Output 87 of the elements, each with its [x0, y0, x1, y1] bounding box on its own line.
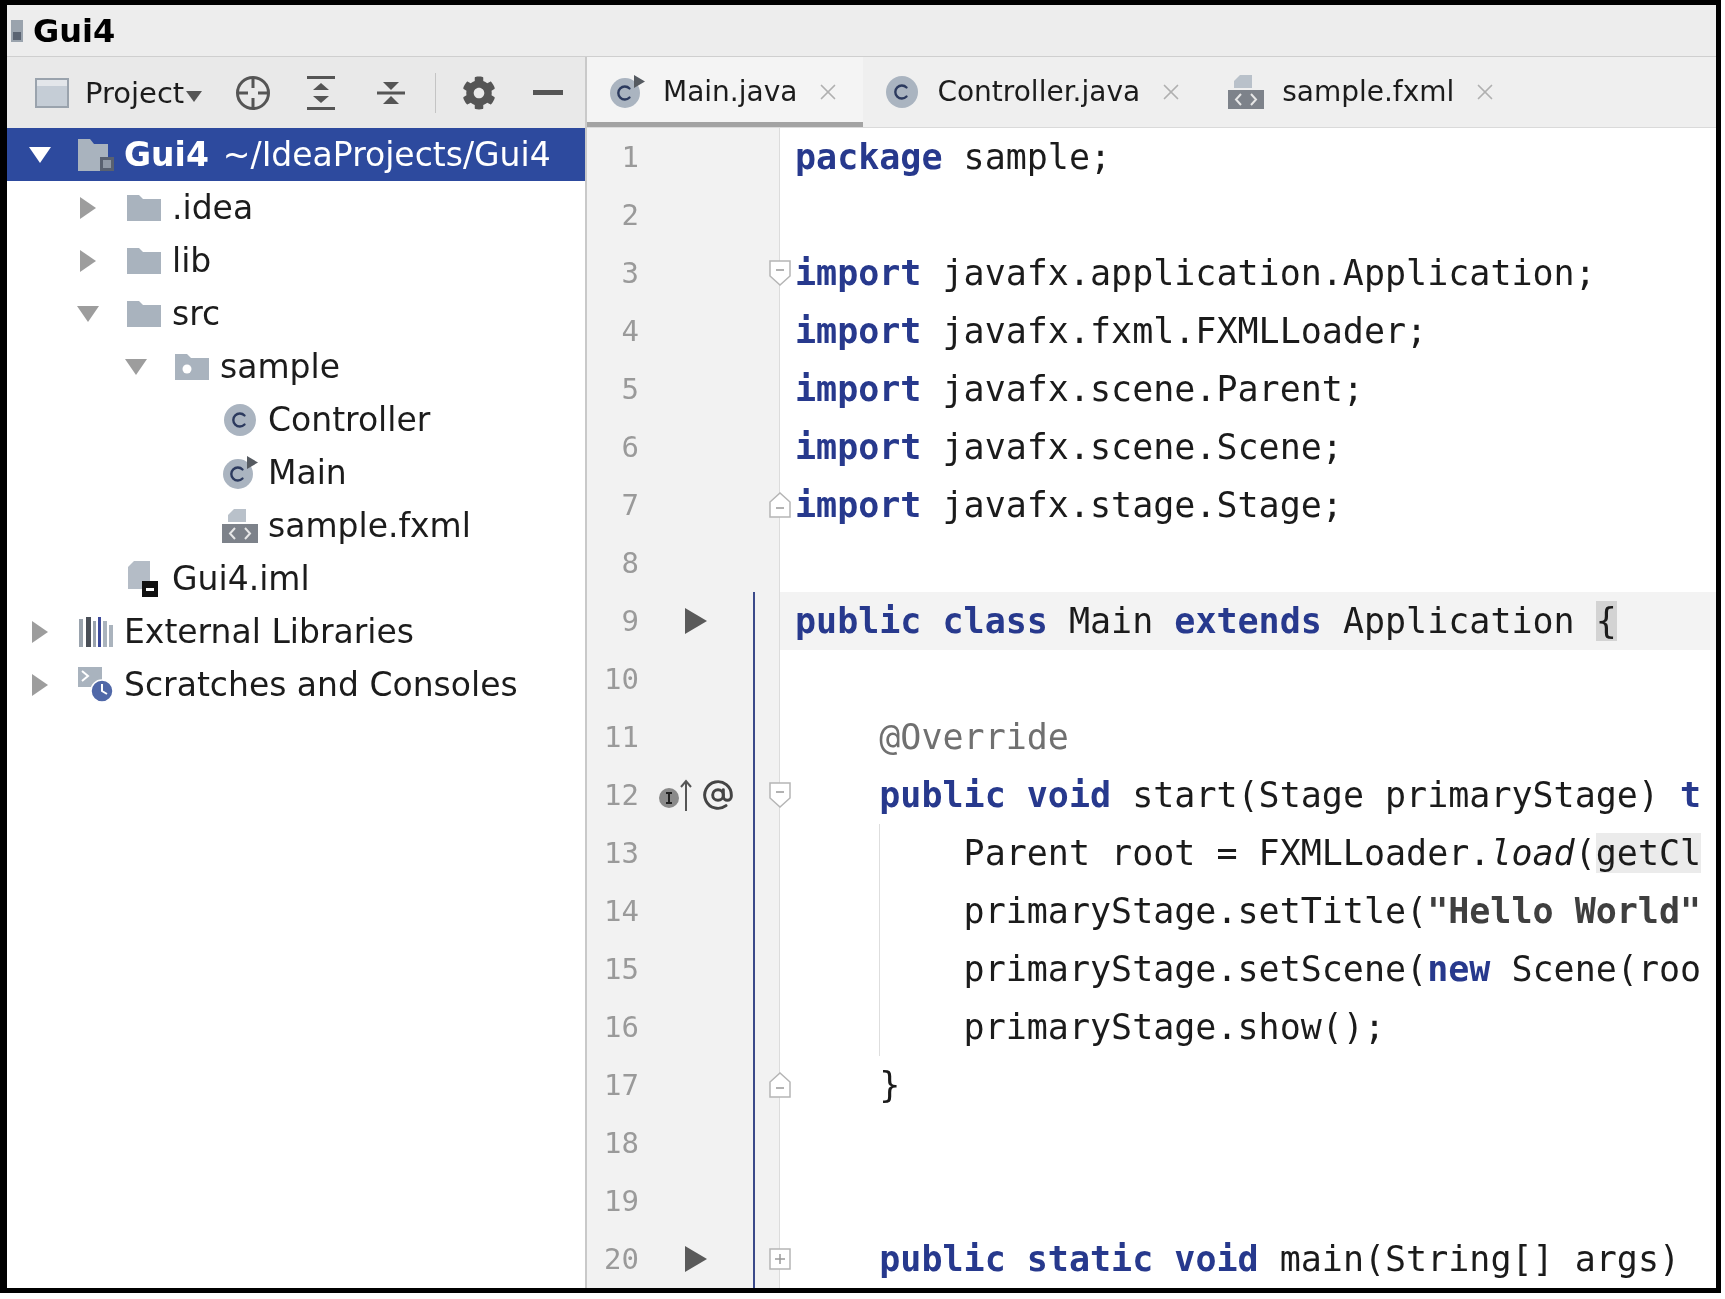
line-number: 20	[604, 1241, 639, 1277]
caret-right-icon[interactable]	[80, 249, 96, 272]
fold-minus-icon[interactable]	[769, 1072, 791, 1098]
caret-right-icon[interactable]	[80, 196, 96, 219]
selected-tree-row[interactable]: Gui4 ~/IdeaProjects/Gui4	[7, 128, 585, 181]
code-line: public class Main extends Application {	[795, 600, 1617, 643]
fold-minus-icon[interactable]	[769, 492, 791, 518]
caret-down-icon	[186, 91, 203, 102]
code-line: @Override	[878, 716, 1069, 759]
editor-tab[interactable]: Controller.java	[863, 57, 1207, 127]
run-triangle-icon[interactable]	[685, 608, 707, 634]
file-code-icon	[1228, 75, 1265, 109]
window-title: Gui4	[33, 11, 116, 50]
terminal-clock-icon	[78, 666, 114, 703]
class-circle-icon	[885, 75, 920, 109]
minimize-icon[interactable]	[533, 90, 564, 95]
code-line: import javafx.stage.Stage;	[795, 484, 1343, 527]
line-number: 9	[621, 603, 639, 639]
line-number: 17	[604, 1067, 639, 1103]
folder-badge-icon	[78, 138, 114, 171]
at-sign-icon[interactable]	[702, 779, 734, 811]
class-run-icon	[609, 75, 645, 109]
document-icon	[11, 19, 23, 42]
expand-all-icon[interactable]	[305, 75, 338, 110]
line-number: 12	[604, 777, 639, 813]
fold-minus-icon[interactable]	[769, 260, 791, 286]
tree-item-label[interactable]: lib	[172, 240, 212, 281]
line-number: 15	[604, 951, 639, 987]
editor-tab[interactable]: sample.fxml	[1206, 57, 1521, 127]
tree-item-label[interactable]: External Libraries	[124, 611, 414, 652]
tree-item-label[interactable]: Scratches and Consoles	[124, 664, 518, 705]
tree-item-label[interactable]: sample.fxml	[268, 505, 471, 546]
project-path: ~/IdeaProjects/Gui4	[222, 134, 551, 175]
folder-icon	[127, 300, 161, 327]
folder-icon	[127, 247, 161, 274]
code-line: Parent root = FXMLLoader.load(getCl	[962, 832, 1702, 875]
line-number: 6	[621, 429, 639, 465]
circle-up-arrow-icon[interactable]	[658, 779, 692, 811]
window-icon	[35, 77, 69, 108]
code-line: import javafx.fxml.FXMLLoader;	[795, 310, 1428, 353]
tree-item-label[interactable]: Main	[268, 452, 347, 493]
line-number: 19	[604, 1183, 639, 1219]
line-number: 3	[621, 255, 639, 291]
code-line: primaryStage.setTitle("Hello World"	[962, 890, 1702, 933]
tree-item-label[interactable]: .idea	[172, 187, 254, 228]
code-line: import javafx.scene.Scene;	[795, 426, 1343, 469]
tree-item-label[interactable]: Controller	[268, 399, 431, 440]
file-badge-icon	[128, 560, 160, 597]
fold-plus-icon[interactable]	[769, 1248, 791, 1270]
caret-right-icon[interactable]	[32, 620, 48, 643]
code-line: package sample;	[795, 136, 1112, 179]
code-line: primaryStage.setScene(new Scene(roo	[962, 948, 1702, 991]
line-number: 7	[621, 487, 639, 523]
line-number: 1	[621, 139, 639, 175]
line-number: 5	[621, 371, 639, 407]
line-number: 13	[604, 835, 639, 871]
view-dropdown[interactable]: Project	[85, 74, 203, 111]
run-triangle-icon[interactable]	[685, 1246, 707, 1272]
line-number: 14	[604, 893, 639, 929]
line-number: 8	[621, 545, 639, 581]
code-line: }	[878, 1064, 901, 1107]
caret-right-icon[interactable]	[32, 673, 48, 696]
tree-item-label[interactable]: Gui4	[124, 134, 209, 175]
settings-icon[interactable]	[462, 75, 497, 110]
folder-icon	[127, 194, 161, 221]
line-number: 11	[604, 719, 639, 755]
line-number: 16	[604, 1009, 639, 1045]
crosshair-icon[interactable]	[235, 74, 272, 111]
caret-down-icon[interactable]	[29, 146, 51, 163]
code-line: public static void main(String[] args)	[878, 1238, 1681, 1281]
fold-minus-icon[interactable]	[769, 782, 791, 808]
code-line: import javafx.scene.Parent;	[795, 368, 1364, 411]
library-bars-icon	[79, 616, 113, 647]
code-line: public void start(Stage primaryStage) t	[878, 774, 1702, 817]
class-circle-icon	[223, 402, 257, 437]
line-number: 18	[604, 1125, 639, 1161]
line-number: 2	[621, 197, 639, 233]
file-code-icon	[222, 508, 258, 543]
class-run-icon	[222, 455, 258, 490]
code-line: import javafx.application.Application;	[795, 252, 1596, 295]
editor-tab[interactable]: Main.java	[587, 57, 864, 127]
tree-item-label[interactable]: Gui4.iml	[172, 558, 310, 599]
tree-item-label[interactable]: sample	[220, 346, 340, 387]
code-line: primaryStage.show();	[962, 1006, 1385, 1049]
line-number: 4	[621, 313, 639, 349]
tree-item-label[interactable]: src	[172, 293, 221, 334]
line-number: 10	[604, 661, 639, 697]
